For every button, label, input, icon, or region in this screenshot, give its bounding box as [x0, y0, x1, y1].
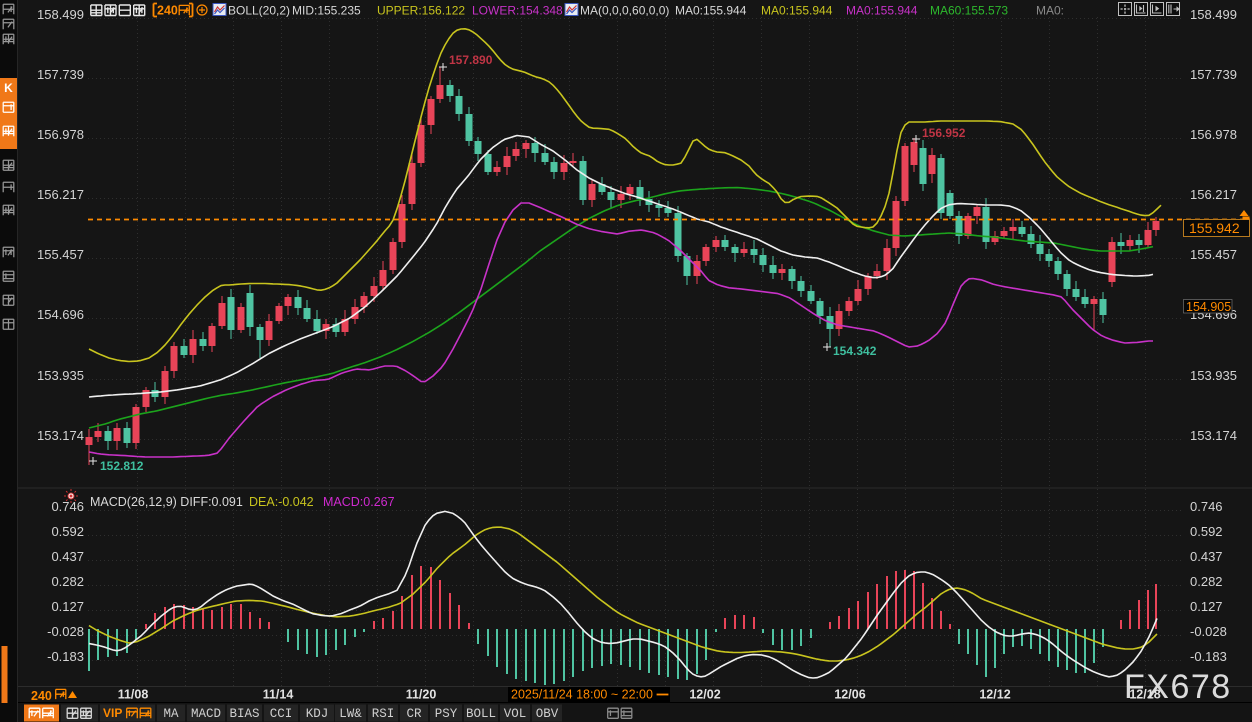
svg-text:0.592: 0.592: [51, 524, 84, 539]
svg-text:0.746: 0.746: [51, 499, 84, 514]
svg-text:153.174: 153.174: [37, 428, 84, 443]
svg-text:MA60:155.573: MA60:155.573: [930, 4, 1008, 18]
svg-text:0.282: 0.282: [1190, 574, 1223, 589]
svg-text:MACD:0.267: MACD:0.267: [323, 495, 395, 509]
svg-text:156.217: 156.217: [1190, 187, 1237, 202]
svg-text:MA(0,0,0,60,0,0): MA(0,0,0,60,0,0): [580, 4, 669, 18]
svg-text:240: 240: [31, 689, 52, 703]
svg-text:KDJ: KDJ: [306, 707, 329, 721]
svg-text:158.499: 158.499: [1190, 7, 1237, 22]
svg-text:152.812: 152.812: [100, 459, 144, 473]
svg-text:155.457: 155.457: [1190, 247, 1237, 262]
svg-text:MACD(26,12,9) DIFF:0.091: MACD(26,12,9) DIFF:0.091: [90, 495, 243, 509]
svg-text:240: 240: [157, 4, 178, 18]
svg-text:157.890: 157.890: [449, 53, 493, 67]
svg-text:156.978: 156.978: [37, 127, 84, 142]
svg-text:156.952: 156.952: [922, 126, 966, 140]
svg-text:12/06: 12/06: [834, 688, 865, 702]
svg-text:155.942: 155.942: [1189, 220, 1240, 236]
svg-text:154.905: 154.905: [1186, 300, 1231, 314]
svg-text:MA0:155.944: MA0:155.944: [846, 4, 918, 18]
svg-text:MACD: MACD: [191, 707, 221, 721]
svg-text:VOL: VOL: [504, 707, 527, 721]
svg-text:BOLL(20,2): BOLL(20,2): [228, 4, 290, 18]
svg-text:156.217: 156.217: [37, 187, 84, 202]
svg-text:DEA:-0.042: DEA:-0.042: [249, 495, 314, 509]
svg-text:158.499: 158.499: [37, 7, 84, 22]
svg-text:0.437: 0.437: [1190, 549, 1223, 564]
svg-text:0.127: 0.127: [51, 599, 84, 614]
svg-text:155.457: 155.457: [37, 247, 84, 262]
svg-text:MA: MA: [163, 707, 179, 721]
svg-text:11/08: 11/08: [118, 688, 149, 702]
svg-text:MA0:155.944: MA0:155.944: [761, 4, 833, 18]
svg-text:156.978: 156.978: [1190, 127, 1237, 142]
svg-text:-0.028: -0.028: [47, 624, 84, 639]
svg-text:-0.028: -0.028: [1190, 624, 1227, 639]
svg-text:MID:155.235: MID:155.235: [292, 4, 361, 18]
svg-text:CR: CR: [406, 707, 422, 721]
svg-text:153.935: 153.935: [37, 368, 84, 383]
svg-text:LW&: LW&: [339, 707, 362, 721]
svg-text:BOLL: BOLL: [466, 707, 496, 721]
svg-text:0.282: 0.282: [51, 574, 84, 589]
svg-text:154.696: 154.696: [37, 307, 84, 322]
svg-text:-0.183: -0.183: [47, 649, 84, 664]
svg-text:11/20: 11/20: [406, 688, 437, 702]
svg-text:CCI: CCI: [270, 707, 293, 721]
svg-text:12/12: 12/12: [979, 688, 1010, 702]
svg-text:11/14: 11/14: [263, 688, 294, 702]
svg-text:UPPER:156.122: UPPER:156.122: [377, 4, 465, 18]
svg-text:BIAS: BIAS: [229, 707, 259, 721]
svg-text:0.746: 0.746: [1190, 499, 1223, 514]
svg-text:12/02: 12/02: [689, 688, 720, 702]
svg-text:MA0:: MA0:: [1036, 4, 1064, 18]
svg-text:FX678: FX678: [1124, 668, 1232, 706]
svg-text:153.935: 153.935: [1190, 368, 1237, 383]
svg-text:157.739: 157.739: [1190, 67, 1237, 82]
svg-text:LOWER:154.348: LOWER:154.348: [472, 4, 563, 18]
svg-text:153.174: 153.174: [1190, 428, 1237, 443]
svg-text:2025/11/24 18:00 ~ 22:00: 2025/11/24 18:00 ~ 22:00: [511, 688, 653, 702]
svg-text:157.739: 157.739: [37, 67, 84, 82]
svg-text:-0.183: -0.183: [1190, 649, 1227, 664]
svg-text:MA0:155.944: MA0:155.944: [675, 4, 747, 18]
svg-text:RSI: RSI: [372, 707, 395, 721]
svg-text:0.127: 0.127: [1190, 599, 1223, 614]
svg-text:0.437: 0.437: [51, 549, 84, 564]
svg-text:PSY: PSY: [435, 707, 458, 721]
svg-text:K: K: [4, 81, 13, 95]
svg-text:154.342: 154.342: [833, 344, 877, 358]
svg-text:0.592: 0.592: [1190, 524, 1223, 539]
svg-text:OBV: OBV: [536, 707, 559, 721]
svg-text:VIP: VIP: [103, 706, 122, 720]
